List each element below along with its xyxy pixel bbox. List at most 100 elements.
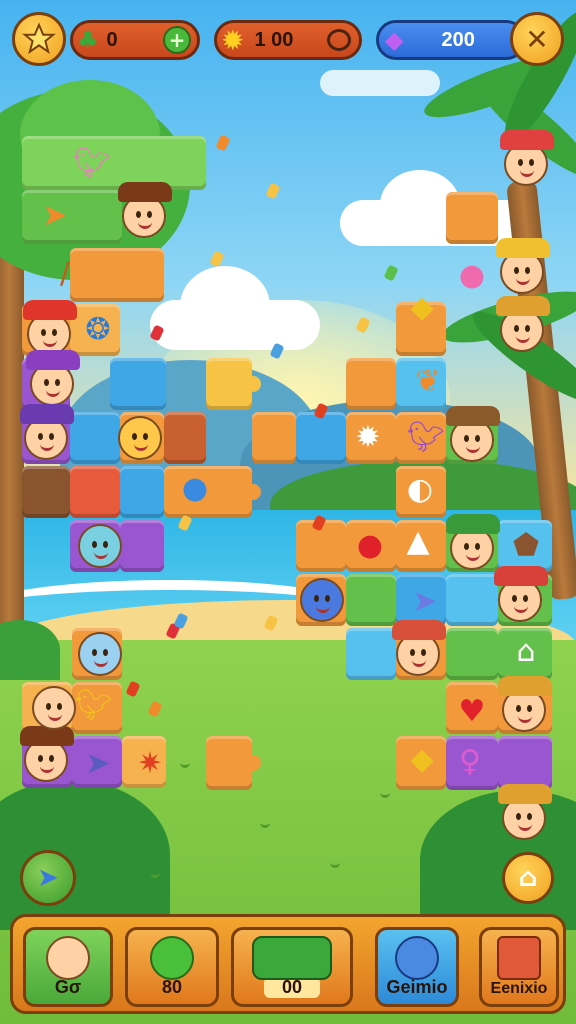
character-face — [496, 238, 550, 294]
tooth-icon: ⌂ — [516, 634, 536, 669]
puzzle-tile[interactable] — [346, 574, 396, 626]
carrot-icon: ∕ — [59, 256, 71, 291]
gem-resource-counter: ◆ 200 — [376, 20, 526, 60]
apple-icon — [150, 936, 194, 980]
puzzle-tile[interactable] — [120, 520, 164, 572]
gem-icon: ◆ — [385, 26, 404, 54]
puzzle-tile[interactable] — [446, 192, 498, 244]
blue-creature-icon — [395, 936, 439, 980]
character-face — [20, 404, 74, 460]
confetti — [355, 316, 371, 334]
bottom-item-label: 00 — [263, 977, 321, 998]
crab-icon: ✷ — [137, 746, 163, 781]
puzzle-tile[interactable] — [346, 628, 396, 680]
confetti — [265, 182, 281, 200]
puzzle-tile[interactable] — [70, 466, 120, 518]
puzzle-tile[interactable] — [164, 412, 206, 464]
clover-resource-counter: ♣ 0 + — [70, 20, 200, 60]
character-face — [32, 686, 76, 730]
puzzle-tile[interactable] — [22, 136, 206, 190]
dress-icon: ▲ — [406, 524, 430, 559]
character-face — [118, 182, 172, 238]
puzzle-tile[interactable] — [252, 412, 305, 464]
bird-icon: 🐦︎ — [406, 420, 446, 455]
fish-creature — [78, 524, 122, 568]
chest-icon[interactable] — [327, 29, 351, 51]
character-face — [498, 784, 552, 840]
puzzle-tile[interactable] — [206, 736, 261, 790]
puzzle-tile[interactable] — [296, 412, 346, 464]
character-face — [26, 350, 80, 406]
sun-character — [118, 416, 162, 460]
puzzle-tile[interactable] — [110, 358, 166, 410]
sun-resource-counter: ✹ 1 00 — [214, 20, 362, 60]
fish-icon: ➤ — [42, 198, 68, 233]
puzzle-tile[interactable] — [446, 628, 498, 680]
bottom-item-creature[interactable]: Geimio — [375, 927, 459, 1007]
puzzle-tile[interactable] — [498, 736, 552, 790]
star-icon — [22, 22, 56, 55]
sun-icon: ✹ — [221, 23, 245, 57]
shell-icon: ◐ — [406, 472, 434, 507]
puzzle-tile[interactable] — [70, 412, 120, 464]
confetti — [215, 134, 231, 152]
puzzle-tile[interactable] — [446, 574, 498, 626]
confetti — [269, 342, 285, 360]
character-face — [446, 514, 500, 570]
puzzle-tile[interactable] — [120, 466, 164, 518]
strawberry-icon: ♥ — [458, 694, 486, 729]
gem-value: 200 — [441, 28, 475, 51]
hat-flower-icon — [252, 936, 332, 980]
puzzle-tile[interactable] — [206, 358, 261, 410]
character-face — [392, 620, 446, 676]
confetti — [209, 250, 225, 268]
confetti — [263, 614, 279, 632]
bird-icon: 🐦︎ — [72, 146, 112, 181]
apple-icon: ● — [356, 528, 384, 563]
confetti — [125, 680, 141, 698]
drop-icon: ● — [181, 471, 209, 506]
star-icon[interactable] — [12, 12, 66, 66]
sun-value: 1 00 — [254, 28, 294, 51]
bottom-item-house[interactable]: Eenixio — [479, 927, 559, 1007]
bottom-item-apple[interactable]: 80 — [125, 927, 219, 1007]
character-icon — [46, 936, 90, 980]
character-face — [498, 676, 552, 732]
character-face — [20, 726, 74, 782]
character-face — [494, 566, 548, 622]
leaf-icon: ❦ — [415, 364, 441, 399]
character-face — [446, 406, 500, 462]
puzzle-board[interactable]: 🐦︎ ➤ ∕ ❂ ● ◆ ❦ ✹ 🐦︎ ◐ ● ▲ ⬟ ➤ ⌂ ♥ ◆ ♀ 🐦︎… — [0, 0, 576, 1024]
side-fish-button[interactable]: ➤ — [20, 850, 76, 906]
star-fish-icon: ✹ — [355, 420, 381, 455]
pig-icon: ● — [458, 258, 486, 293]
bottom-item-label: Geimio — [386, 977, 448, 997]
plus-icon[interactable]: + — [163, 26, 191, 54]
character-face — [496, 296, 550, 352]
clover-icon: ♣ — [77, 26, 99, 54]
bottom-bar: Gσ 80 00 Geimio Eenixio — [10, 914, 566, 1014]
right-action-button[interactable]: ⌂ — [502, 852, 554, 904]
fish-icon: ➤ — [37, 863, 59, 893]
bird-icon: 🐦︎ — [74, 688, 114, 723]
clover-value: 0 — [106, 28, 118, 51]
bottom-item-hat[interactable]: 00 — [231, 927, 353, 1007]
bottom-item-label: 80 — [161, 977, 183, 997]
fish-creature — [78, 632, 122, 676]
blowfish-icon: ❂ — [85, 312, 111, 347]
bottom-item-label: Gσ — [54, 977, 82, 997]
tooth-icon: ⌂ — [518, 863, 538, 893]
bottom-item-character[interactable]: Gσ — [23, 927, 113, 1007]
bottom-item-label: Eenixio — [490, 980, 548, 997]
puzzle-tile[interactable] — [346, 358, 396, 410]
puzzle-tile[interactable] — [22, 466, 70, 518]
crystal-icon: ◆ — [410, 290, 434, 325]
house-icon — [497, 936, 541, 980]
close-icon: ✕ — [525, 22, 549, 56]
close-button[interactable]: ✕ — [510, 12, 564, 66]
fish-icon: ➤ — [412, 584, 438, 619]
confetti — [147, 700, 163, 718]
confetti — [383, 264, 399, 282]
potion-icon: ♀ — [459, 744, 481, 779]
blue-creature — [300, 578, 344, 622]
